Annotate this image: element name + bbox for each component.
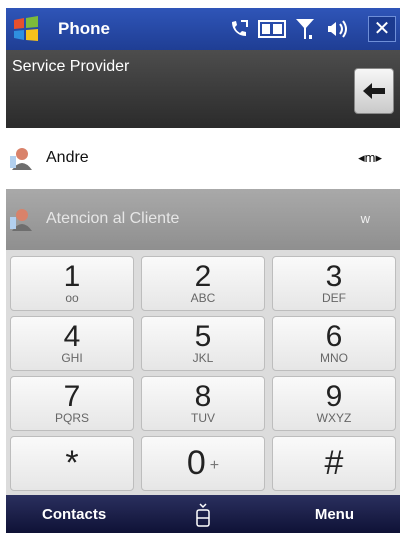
service-provider-label: Service Provider <box>12 58 130 75</box>
number-type-selector[interactable]: ◂m▸ <box>358 150 382 166</box>
softkey-bar: Contacts Menu <box>6 495 400 533</box>
3g-icon[interactable] <box>258 17 286 41</box>
key-8[interactable]: 8 TUV <box>141 376 265 431</box>
key-4[interactable]: 4 GHI <box>10 316 134 371</box>
input-panel-icon[interactable] <box>195 502 211 528</box>
dial-keypad: 1 oo 2 ABC 3 DEF 4 GHI 5 JKL 6 MNO 7 PQR… <box>6 250 400 495</box>
key-5[interactable]: 5 JKL <box>141 316 265 371</box>
contact-name: Atencion al Cliente <box>46 210 180 227</box>
key-3[interactable]: 3 DEF <box>272 256 396 311</box>
voicemail-icon: oo <box>65 291 79 305</box>
title-bar: Phone ✕ <box>6 8 400 50</box>
contact-match-row[interactable]: Andre ◂m▸ <box>6 128 400 189</box>
menu-softkey[interactable]: Menu <box>315 506 354 523</box>
contact-match-row[interactable]: Atencion al Cliente w <box>6 189 400 250</box>
contact-name: Andre <box>46 149 89 166</box>
dial-display: Service Provider <box>6 50 400 128</box>
number-type-label: w <box>360 211 370 226</box>
contact-avatar-icon <box>10 209 32 231</box>
key-1[interactable]: 1 oo <box>10 256 134 311</box>
close-button[interactable]: ✕ <box>368 16 396 42</box>
key-9[interactable]: 9 WXYZ <box>272 376 396 431</box>
backspace-arrow-icon <box>363 83 385 99</box>
key-star[interactable]: * <box>10 436 134 491</box>
missed-call-icon[interactable] <box>228 17 250 41</box>
key-hash[interactable]: # <box>272 436 396 491</box>
key-7[interactable]: 7 PQRS <box>10 376 134 431</box>
contact-avatar-icon <box>10 148 32 170</box>
backspace-button[interactable] <box>354 68 394 114</box>
app-title: Phone <box>58 19 110 38</box>
phone-screen: Phone ✕ Service Provider Andre ◂m▸ Atenc… <box>6 8 400 533</box>
contacts-softkey[interactable]: Contacts <box>42 506 106 523</box>
signal-icon[interactable] <box>294 17 316 41</box>
key-6[interactable]: 6 MNO <box>272 316 396 371</box>
key-0[interactable]: 0 + <box>141 436 265 491</box>
volume-icon[interactable] <box>327 17 351 41</box>
key-2[interactable]: 2 ABC <box>141 256 265 311</box>
windows-logo-icon[interactable] <box>12 16 40 42</box>
